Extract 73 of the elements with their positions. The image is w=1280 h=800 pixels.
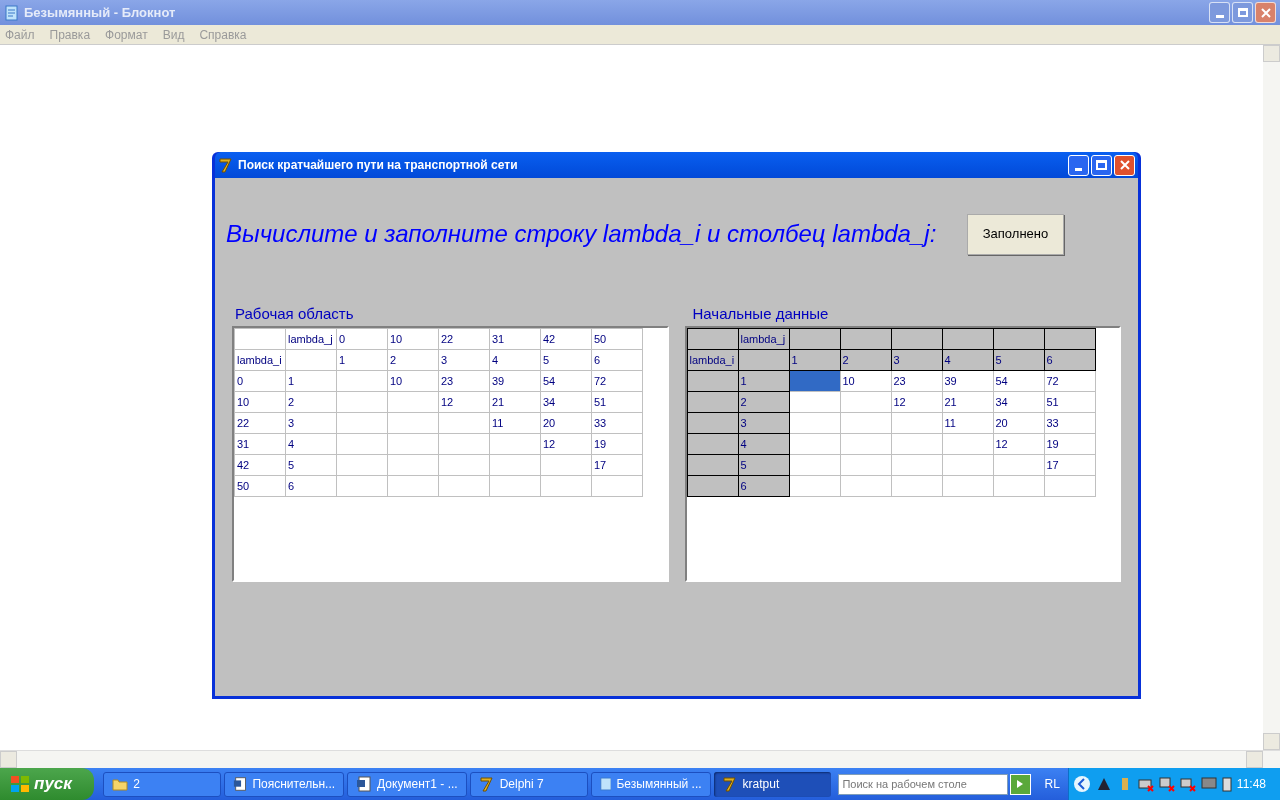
header-cell: [1044, 328, 1095, 350]
search-field[interactable]: Поиск на рабочем столе: [838, 773, 1008, 795]
table-cell: 42: [540, 328, 592, 350]
vertical-scrollbar[interactable]: [1263, 45, 1280, 750]
instruction-text: Вычислите и заполните строку lambda_i и столбец lambda_j:: [226, 219, 938, 249]
header-cell: lambda_i: [687, 349, 738, 371]
window-title: Безымянный - Блокнот: [24, 3, 176, 22]
network-icon[interactable]: [1179, 776, 1196, 792]
language-indicator[interactable]: RL: [1044, 775, 1060, 793]
header-cell: [687, 328, 738, 350]
header-cell: [687, 412, 738, 434]
close-button[interactable]: [1255, 2, 1276, 23]
chevron-icon[interactable]: [1072, 775, 1091, 793]
document-icon: [233, 776, 248, 792]
delphi-icon: [218, 157, 234, 173]
table-cell: 31: [234, 433, 286, 455]
header-cell: [993, 328, 1044, 350]
table-cell: 10: [387, 328, 439, 350]
table-cell: 31: [489, 328, 541, 350]
header-cell: [687, 454, 738, 476]
table-cell: lambda_j: [285, 328, 337, 350]
header-cell: lambda_j: [738, 328, 789, 350]
table-cell: 22: [438, 328, 490, 350]
panel-label: Начальные данные: [692, 304, 830, 324]
table-cell: 50: [591, 328, 643, 350]
filled-button[interactable]: Заполнено: [967, 213, 1064, 255]
delphi-icon: [478, 776, 495, 792]
header-cell: [789, 328, 840, 350]
dialog-title: Поиск кратчайшего пути на транспортной сети: [238, 157, 518, 174]
document-icon: [356, 776, 373, 792]
network-icon[interactable]: [1137, 776, 1154, 792]
taskbar-button[interactable]: Delphi 7: [469, 771, 588, 797]
header-cell: [840, 328, 891, 350]
maximize-button[interactable]: [1232, 2, 1253, 23]
monitor-icon[interactable]: [1200, 776, 1217, 792]
clock: 11:48: [1236, 776, 1266, 793]
header-cell: [687, 370, 738, 392]
horizontal-scrollbar[interactable]: [0, 750, 1280, 768]
minimize-button[interactable]: [1068, 154, 1089, 176]
notepad-icon: [4, 4, 20, 21]
table-cell: lambda_i: [234, 349, 286, 371]
play-icon: [1017, 780, 1024, 788]
tray-icon[interactable]: [1095, 776, 1112, 792]
table-cell: 0: [336, 328, 388, 350]
battery-icon[interactable]: [1221, 776, 1232, 792]
header-cell: [687, 433, 738, 455]
windows-logo-icon: [10, 775, 30, 793]
table-cell: 42: [234, 454, 286, 476]
table-cell: 22: [234, 412, 286, 434]
header-cell: [891, 328, 942, 350]
minimize-button[interactable]: [1209, 2, 1230, 23]
taskbar-button[interactable]: 2: [103, 771, 222, 797]
maximize-button[interactable]: [1091, 154, 1112, 176]
close-icon: [1260, 7, 1271, 18]
notepad-icon: [599, 776, 612, 792]
taskbar-button[interactable]: kratput: [713, 771, 832, 797]
delphi-icon: [721, 776, 738, 792]
header-cell: [687, 475, 738, 497]
table-cell: 50: [234, 475, 286, 497]
taskbar-button[interactable]: Пояснительн...: [224, 771, 345, 797]
table-cell: 0: [234, 370, 286, 392]
panel-label: Рабочая область: [235, 304, 355, 324]
close-button[interactable]: [1114, 154, 1135, 176]
folder-icon: [112, 777, 129, 791]
search-go-button[interactable]: [1009, 773, 1031, 795]
header-cell: [942, 328, 993, 350]
start-button[interactable]: пуск: [0, 768, 95, 800]
header-cell: [687, 391, 738, 413]
network-icon[interactable]: [1158, 776, 1175, 792]
taskbar-button[interactable]: Документ1 - ...: [347, 771, 467, 797]
close-icon: [1119, 160, 1130, 170]
table-cell: 10: [234, 391, 286, 413]
taskbar-button[interactable]: Безымянный ...: [590, 771, 711, 797]
